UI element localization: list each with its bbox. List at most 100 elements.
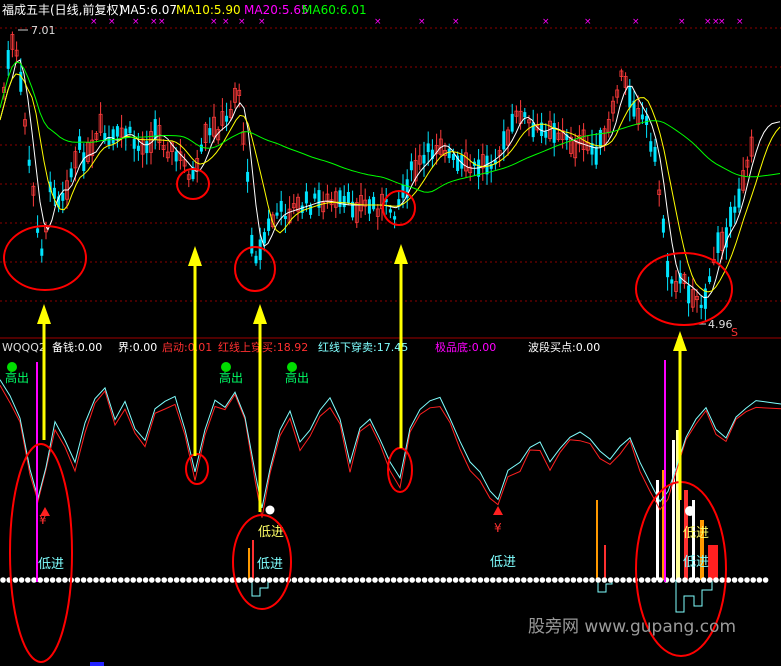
candle-body <box>447 148 451 159</box>
baseline-dot <box>583 577 589 583</box>
indicator-name: WQQQ2 <box>2 341 46 354</box>
baseline-dot <box>118 577 124 583</box>
baseline-dot <box>266 577 273 583</box>
baseline-dot <box>155 577 161 583</box>
marker-x: × <box>158 17 166 27</box>
marker-x: × <box>736 17 744 27</box>
baseline-dot <box>93 577 99 583</box>
baseline-dot <box>130 577 136 583</box>
baseline-dot <box>707 577 713 583</box>
marker-x: × <box>132 17 140 27</box>
signal-low-in-1: 低进 <box>38 557 64 572</box>
candle-body <box>246 171 250 182</box>
white-signal-dot-2 <box>685 506 695 516</box>
baseline-dot <box>56 577 62 583</box>
baseline-dot <box>638 577 645 583</box>
candle-body <box>107 137 111 146</box>
chart-canvas[interactable]: 福成五丰(日线,前复权) MA5:6.07 MA10:5.90 MA20:5.6… <box>0 0 781 666</box>
baseline-dot <box>291 577 298 583</box>
candle-body <box>426 143 430 153</box>
candle-body <box>367 199 371 214</box>
bottom-scroll-marker[interactable] <box>90 662 104 666</box>
baseline-dot <box>74 577 81 583</box>
baseline-dot <box>645 577 651 583</box>
baseline-dot <box>111 577 118 583</box>
baseline-dot <box>545 577 552 583</box>
candle-body <box>649 141 653 152</box>
baseline-dot <box>328 577 335 583</box>
baseline-dot <box>161 577 167 583</box>
candle-body <box>342 195 346 208</box>
baseline-dot <box>744 577 750 583</box>
baseline-dot <box>700 577 707 583</box>
baseline-dot <box>595 577 601 583</box>
candle-body <box>716 232 720 253</box>
baseline-dot <box>366 577 372 583</box>
baseline-dot <box>576 577 583 583</box>
baseline-dot <box>719 577 725 583</box>
baseline-dot <box>756 577 763 583</box>
baseline-dot <box>62 577 68 583</box>
candle-body <box>250 234 254 254</box>
baseline-dot <box>80 577 87 583</box>
candle-body <box>136 145 140 151</box>
baseline-dot <box>490 577 496 583</box>
baseline-dot <box>192 577 198 583</box>
candle-body <box>523 112 527 118</box>
sell-marker: S <box>731 326 738 339</box>
indicator-bar <box>252 540 254 580</box>
marker-x: × <box>374 17 382 27</box>
ma20-label: MA20:5.65 <box>244 3 309 17</box>
candle-body <box>313 193 317 199</box>
ma5-label: MA5:6.07 <box>120 3 177 17</box>
candle-body <box>729 206 733 227</box>
candle-body <box>708 276 712 283</box>
baseline-dot <box>552 577 558 583</box>
candle-body <box>531 122 535 138</box>
marker-x: × <box>238 17 246 27</box>
candle-body <box>666 260 670 278</box>
yen-marker-2: ¥ <box>494 521 502 535</box>
baseline-dot <box>446 577 453 583</box>
ma60-label: MA60:6.01 <box>302 3 367 17</box>
baseline-dot <box>558 577 564 583</box>
baseline-dot <box>347 577 354 583</box>
baseline-dot <box>434 577 440 583</box>
baseline-dot <box>669 577 676 583</box>
candle-body <box>502 131 506 150</box>
candle-body <box>422 154 426 164</box>
baseline-dot <box>18 577 25 583</box>
baseline-dot <box>762 577 769 583</box>
baseline-dot <box>217 577 223 583</box>
candle-body <box>262 232 266 244</box>
candle-body <box>451 153 455 161</box>
baseline-dot <box>626 577 632 583</box>
baseline-dot <box>483 577 490 583</box>
indicator-item-3: 启动:0.01 <box>162 341 212 354</box>
signal-low-in-3: 低进 <box>258 525 284 540</box>
baseline-dot <box>452 577 459 583</box>
candle-body <box>687 285 691 304</box>
baseline-dot <box>297 577 304 583</box>
baseline-dot <box>322 577 329 583</box>
baseline-dot <box>105 577 112 583</box>
candle-body <box>61 192 65 201</box>
baseline-dot <box>341 577 347 583</box>
candle-body <box>594 146 598 165</box>
baseline-dot <box>415 577 422 583</box>
signal-low-in-6: 低进 <box>683 555 709 570</box>
baseline-dot <box>477 577 484 583</box>
baseline-dot <box>359 577 366 583</box>
baseline-dot <box>12 577 19 583</box>
candle-body <box>27 159 31 166</box>
candle-body <box>199 144 203 152</box>
indicator-bar <box>708 545 718 580</box>
signal-high-out-label: 高出 <box>219 370 243 385</box>
baseline-dot <box>397 577 403 583</box>
baseline-dot <box>87 577 93 583</box>
baseline-dot <box>657 577 663 583</box>
candle-body <box>372 196 376 210</box>
baseline-dot <box>142 577 149 583</box>
candle-body <box>645 116 649 125</box>
ma10-label: MA10:5.90 <box>176 3 241 17</box>
